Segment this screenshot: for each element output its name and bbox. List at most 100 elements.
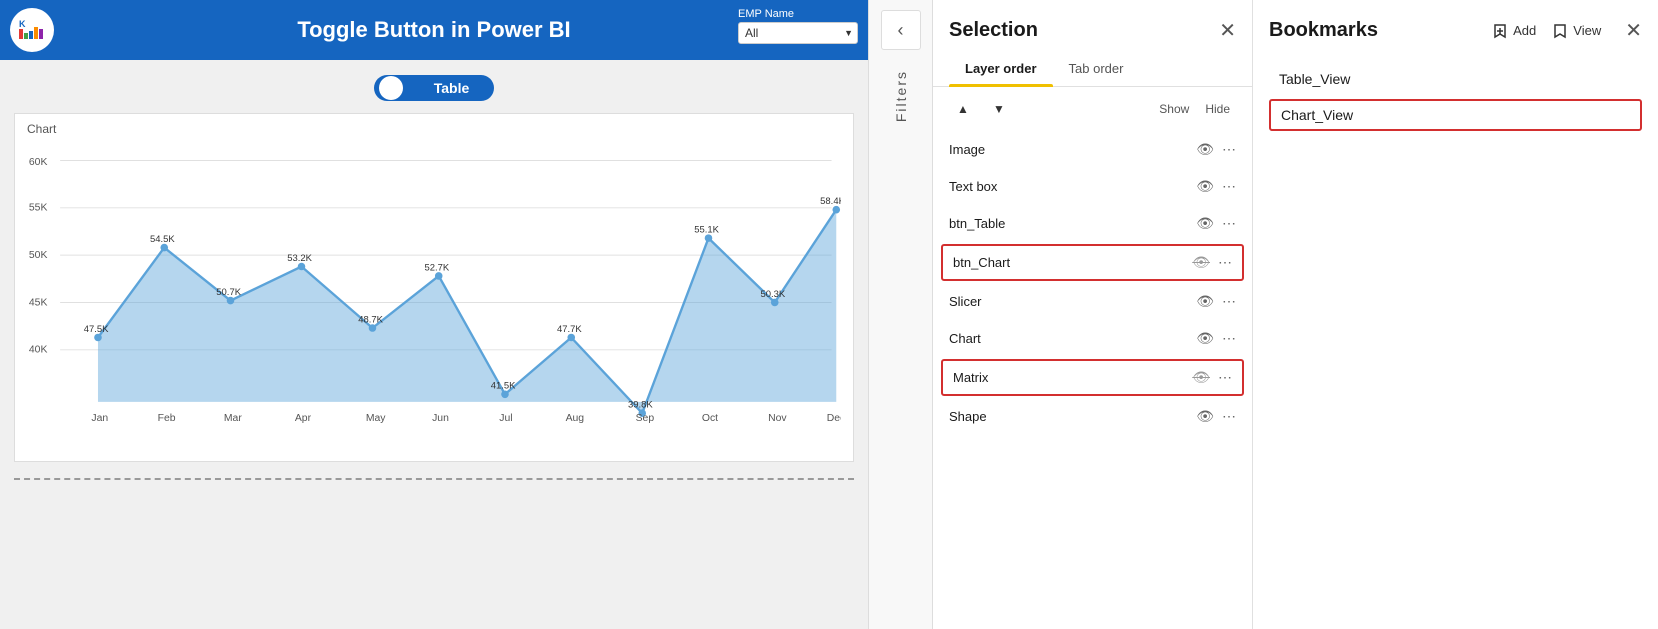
layer-name-btn-chart: btn_Chart (953, 255, 1192, 270)
layer-icons-matrix: 👁 ⋯ (1192, 369, 1232, 386)
layer-item-shape[interactable]: Shape 👁 ⋯ (933, 398, 1252, 435)
chart-svg: 60K 55K 50K 45K 40K (27, 138, 841, 448)
move-up-button[interactable]: ▲ (949, 95, 977, 123)
chart-container: Chart 60K 55K 50K 45K 40K (14, 113, 854, 462)
more-icon-chart[interactable]: ⋯ (1222, 330, 1236, 347)
order-controls: ▲ ▼ Show Hide (933, 87, 1252, 131)
svg-text:Oct: Oct (702, 413, 718, 424)
layer-icons-textbox: 👁 ⋯ (1196, 178, 1236, 195)
svg-text:50.7K: 50.7K (216, 287, 241, 298)
emp-filter-select[interactable]: All (738, 22, 858, 44)
dashed-separator (14, 478, 854, 480)
visibility-icon-chart[interactable]: 👁 (1196, 330, 1214, 347)
toggle-button[interactable]: Table (374, 75, 494, 101)
filters-label: Filters (893, 70, 909, 122)
hide-button[interactable]: Hide (1199, 100, 1236, 118)
selection-title: Selection (949, 19, 1038, 42)
layer-name-textbox: Text box (949, 179, 1196, 194)
bookmarks-view-button[interactable]: View (1552, 23, 1601, 39)
visibility-icon-image[interactable]: 👁 (1196, 141, 1214, 158)
svg-text:Dec: Dec (827, 413, 841, 424)
svg-text:52.7K: 52.7K (425, 262, 450, 273)
svg-text:50K: 50K (29, 250, 48, 261)
svg-text:K: K (19, 19, 26, 29)
bookmarks-header: Bookmarks Add View ✕ (1253, 0, 1658, 53)
toggle-container: Table (374, 75, 494, 101)
layer-name-btn-table: btn_Table (949, 216, 1196, 231)
tab-layer-order[interactable]: Layer order (949, 53, 1053, 86)
layer-item-image[interactable]: Image 👁 ⋯ (933, 131, 1252, 168)
svg-text:58.4K: 58.4K (820, 196, 841, 207)
toggle-circle (379, 76, 403, 100)
canvas-header: K Toggle Button in Power BI EMP Name All (0, 0, 868, 60)
move-down-button[interactable]: ▼ (985, 95, 1013, 123)
more-icon-matrix[interactable]: ⋯ (1218, 369, 1232, 386)
more-icon-btn-table[interactable]: ⋯ (1222, 215, 1236, 232)
selection-tabs: Layer order Tab order (933, 53, 1252, 87)
more-icon-btn-chart[interactable]: ⋯ (1218, 254, 1232, 271)
visibility-hidden-icon-matrix[interactable]: 👁 (1192, 369, 1210, 386)
canvas-body: Table Chart 60K 55K 50K 45K 40K (0, 60, 868, 629)
selection-header: Selection ✕ (933, 0, 1252, 53)
visibility-icon-btn-table[interactable]: 👁 (1196, 215, 1214, 232)
visibility-icon-shape[interactable]: 👁 (1196, 408, 1214, 425)
svg-text:40K: 40K (29, 345, 48, 356)
svg-text:48.7K: 48.7K (358, 314, 383, 325)
more-icon-textbox[interactable]: ⋯ (1222, 178, 1236, 195)
visibility-icon-slicer[interactable]: 👁 (1196, 293, 1214, 310)
svg-text:Jun: Jun (432, 413, 449, 424)
show-hide-controls: Show Hide (1153, 100, 1236, 118)
svg-text:Nov: Nov (768, 413, 787, 424)
layer-name-shape: Shape (949, 409, 1196, 424)
visibility-hidden-icon-btn-chart[interactable]: 👁 (1192, 254, 1210, 271)
svg-text:55K: 55K (29, 203, 48, 214)
svg-text:Aug: Aug (566, 413, 585, 424)
bookmark-item-chart-view[interactable]: Chart_View (1269, 99, 1642, 131)
selection-panel: Selection ✕ Layer order Tab order ▲ ▼ Sh… (933, 0, 1253, 629)
add-bookmark-icon (1492, 23, 1508, 39)
more-icon-shape[interactable]: ⋯ (1222, 408, 1236, 425)
svg-text:Feb: Feb (158, 413, 176, 424)
svg-text:Apr: Apr (295, 413, 312, 424)
layer-item-textbox[interactable]: Text box 👁 ⋯ (933, 168, 1252, 205)
svg-text:50.3K: 50.3K (761, 289, 786, 300)
chart-label: Chart (27, 122, 841, 136)
collapse-button[interactable]: ‹ (881, 10, 921, 50)
layer-icons-btn-table: 👁 ⋯ (1196, 215, 1236, 232)
filters-panel: ‹ Filters (868, 0, 933, 629)
svg-text:41.5K: 41.5K (491, 381, 516, 392)
layer-icons-btn-chart: 👁 ⋯ (1192, 254, 1232, 271)
canvas-logo: K (10, 8, 54, 52)
bookmarks-list: Table_View Chart_View (1253, 53, 1658, 141)
canvas-title: Toggle Button in Power BI (297, 17, 570, 43)
svg-text:60K: 60K (29, 157, 48, 168)
layer-name-image: Image (949, 142, 1196, 157)
selection-close-button[interactable]: ✕ (1219, 18, 1236, 43)
more-icon-slicer[interactable]: ⋯ (1222, 293, 1236, 310)
emp-filter-wrapper[interactable]: All (738, 22, 858, 44)
layer-item-chart[interactable]: Chart 👁 ⋯ (933, 320, 1252, 357)
layer-icons-chart: 👁 ⋯ (1196, 330, 1236, 347)
layer-item-btn-chart[interactable]: btn_Chart 👁 ⋯ (941, 244, 1244, 281)
tab-tab-order[interactable]: Tab order (1053, 53, 1140, 86)
bookmark-item-table-view[interactable]: Table_View (1269, 63, 1642, 95)
svg-text:53.2K: 53.2K (287, 253, 312, 264)
layer-item-slicer[interactable]: Slicer 👁 ⋯ (933, 283, 1252, 320)
svg-text:39.8K: 39.8K (628, 400, 653, 411)
svg-text:Jul: Jul (499, 413, 512, 424)
svg-text:45K: 45K (29, 297, 48, 308)
svg-text:Jan: Jan (91, 413, 108, 424)
view-bookmark-icon (1552, 23, 1568, 39)
toggle-label: Table (434, 80, 470, 96)
layer-item-btn-table[interactable]: btn_Table 👁 ⋯ (933, 205, 1252, 242)
bookmarks-close-button[interactable]: ✕ (1625, 18, 1642, 43)
layer-name-matrix: Matrix (953, 370, 1192, 385)
more-icon-image[interactable]: ⋯ (1222, 141, 1236, 158)
canvas-panel: K Toggle Button in Power BI EMP Name All (0, 0, 868, 629)
show-button[interactable]: Show (1153, 100, 1195, 118)
svg-text:54.5K: 54.5K (150, 234, 175, 245)
layer-item-matrix[interactable]: Matrix 👁 ⋯ (941, 359, 1244, 396)
bookmarks-add-button[interactable]: Add (1492, 23, 1536, 39)
visibility-icon-textbox[interactable]: 👁 (1196, 178, 1214, 195)
svg-text:Mar: Mar (224, 413, 242, 424)
